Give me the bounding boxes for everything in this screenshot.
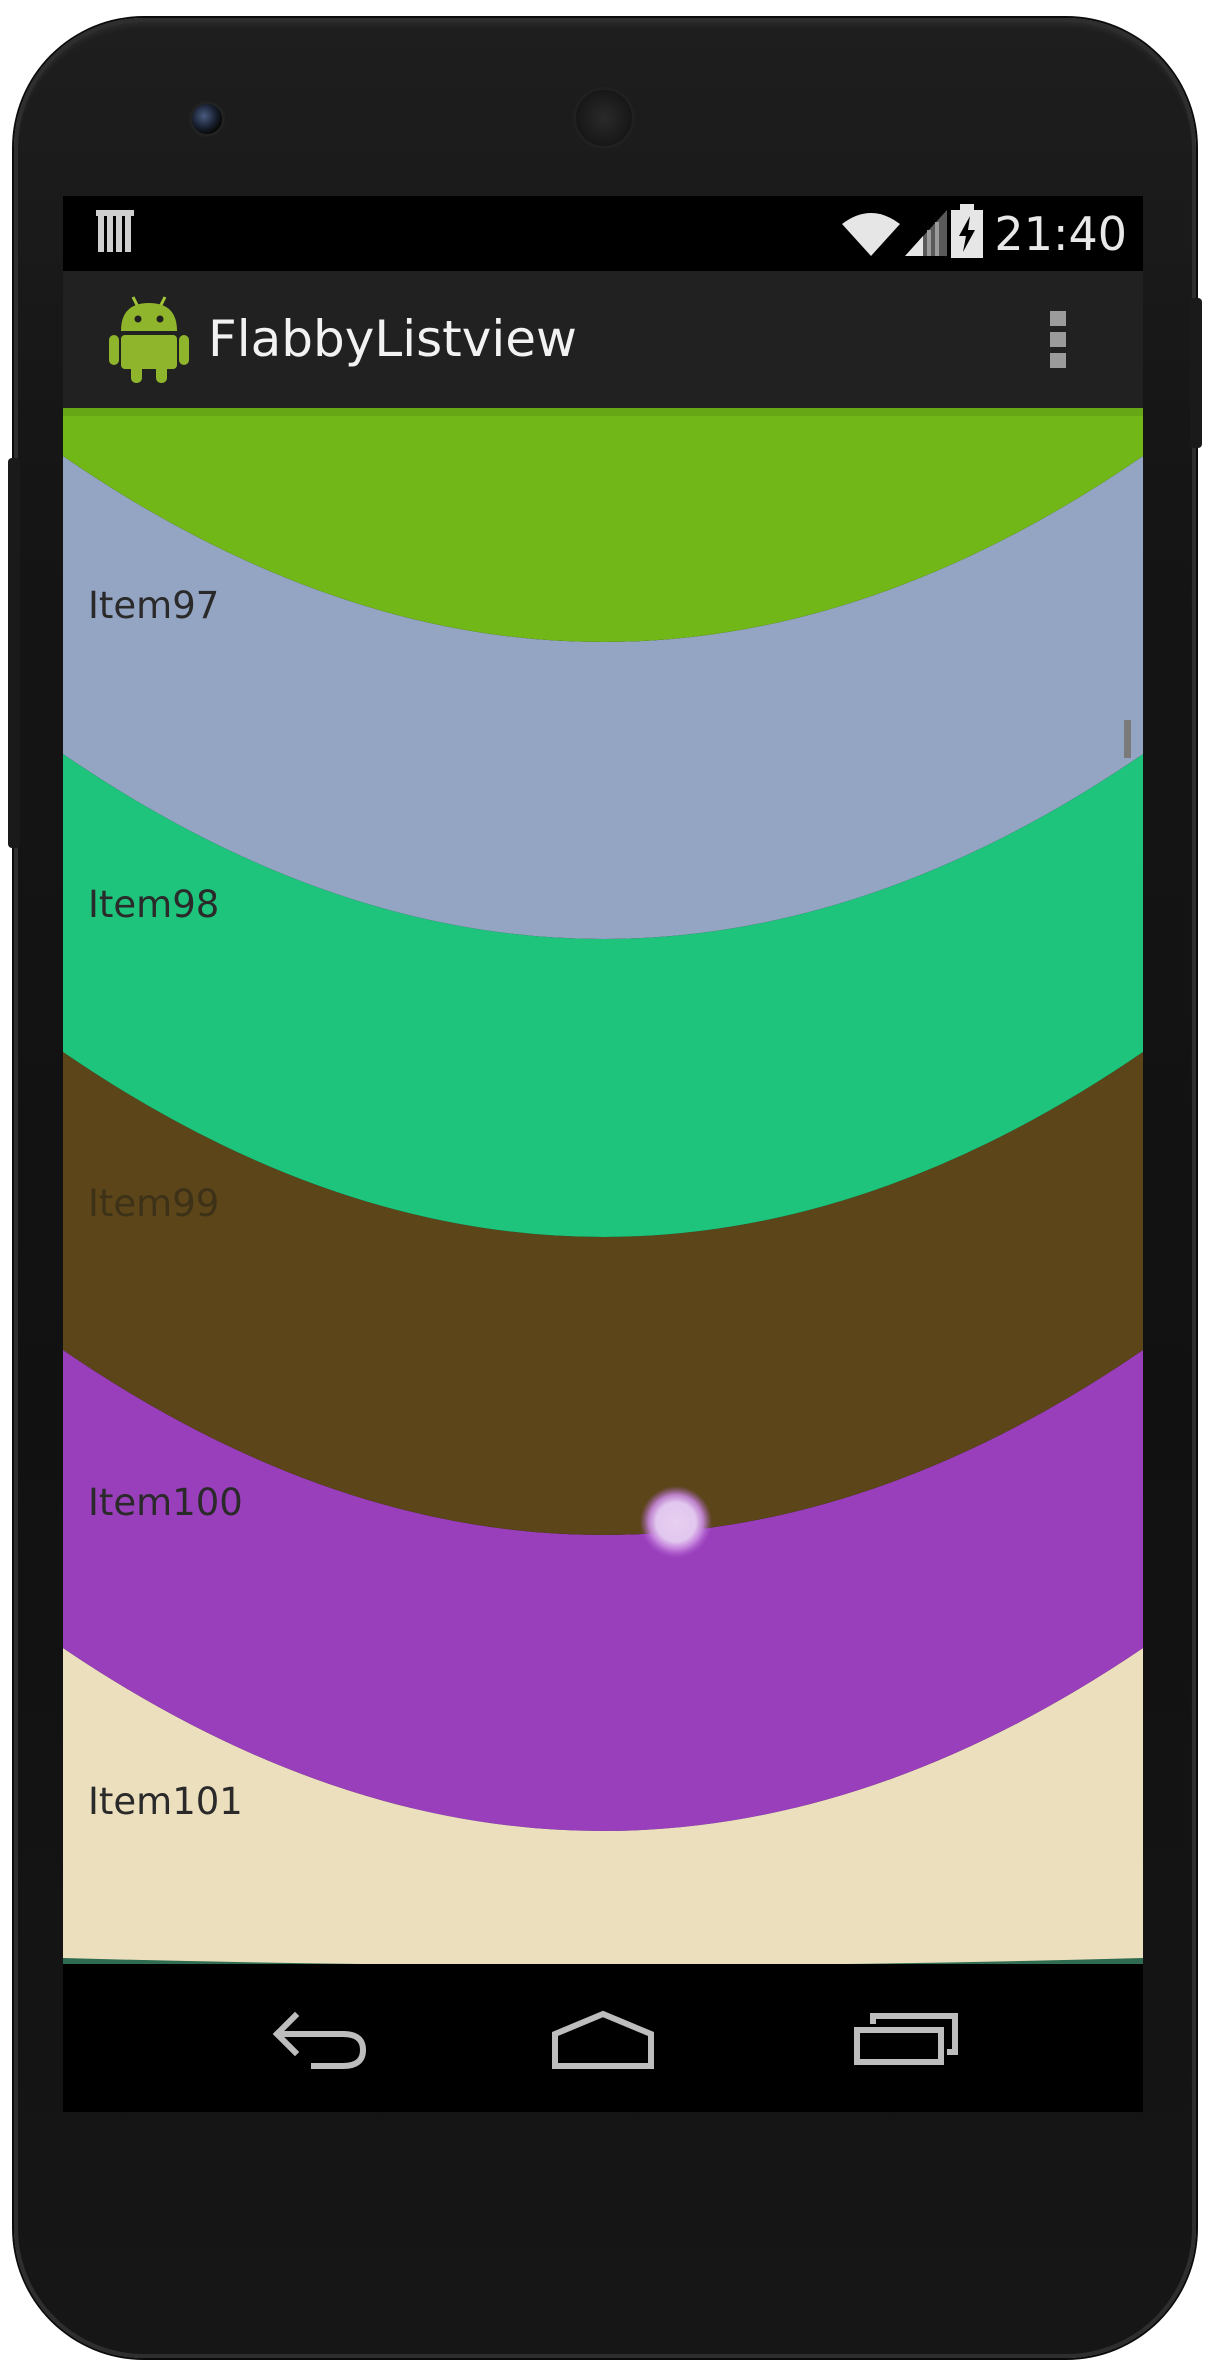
wifi-icon [842, 213, 900, 256]
list-item-label-99[interactable]: Item99 [88, 1182, 219, 1226]
battery-charging-icon [951, 204, 983, 258]
app-title: FlabbyListview [208, 310, 577, 368]
volume-button [8, 458, 20, 848]
list-item-label-98[interactable]: Item98 [88, 883, 219, 927]
android-robot-icon[interactable] [107, 293, 191, 385]
signal-icon [905, 210, 947, 256]
overflow-menu-icon[interactable] [1048, 309, 1068, 371]
light-sensor [1012, 110, 1026, 124]
action-bar: FlabbyListview [63, 271, 1143, 408]
scrollbar-thumb[interactable] [1124, 720, 1131, 758]
status-bar: 21:40 [63, 196, 1143, 271]
list-item-label-97[interactable]: Item97 [88, 584, 219, 628]
flabby-listview[interactable]: Item97 Item98 Item99 Item100 Item101 [63, 408, 1143, 1964]
earpiece-speaker [576, 90, 632, 146]
status-time: 21:40 [994, 207, 1127, 261]
navigation-bar [63, 1964, 1143, 2112]
front-camera [192, 104, 222, 134]
back-icon[interactable] [251, 1994, 391, 2084]
list-curves [63, 408, 1143, 1964]
touch-indicator [640, 1486, 712, 1558]
home-icon[interactable] [533, 1994, 673, 2084]
screen: 21:40 FlabbyListview Item97 Item98 Item9… [63, 196, 1143, 2112]
list-item-label-101[interactable]: Item101 [88, 1780, 243, 1824]
proximity-sensor [972, 108, 990, 126]
recent-apps-icon[interactable] [843, 1994, 983, 2084]
power-button [1190, 298, 1202, 448]
list-item-label-100[interactable]: Item100 [88, 1481, 243, 1525]
notification-bars-icon [96, 210, 134, 252]
